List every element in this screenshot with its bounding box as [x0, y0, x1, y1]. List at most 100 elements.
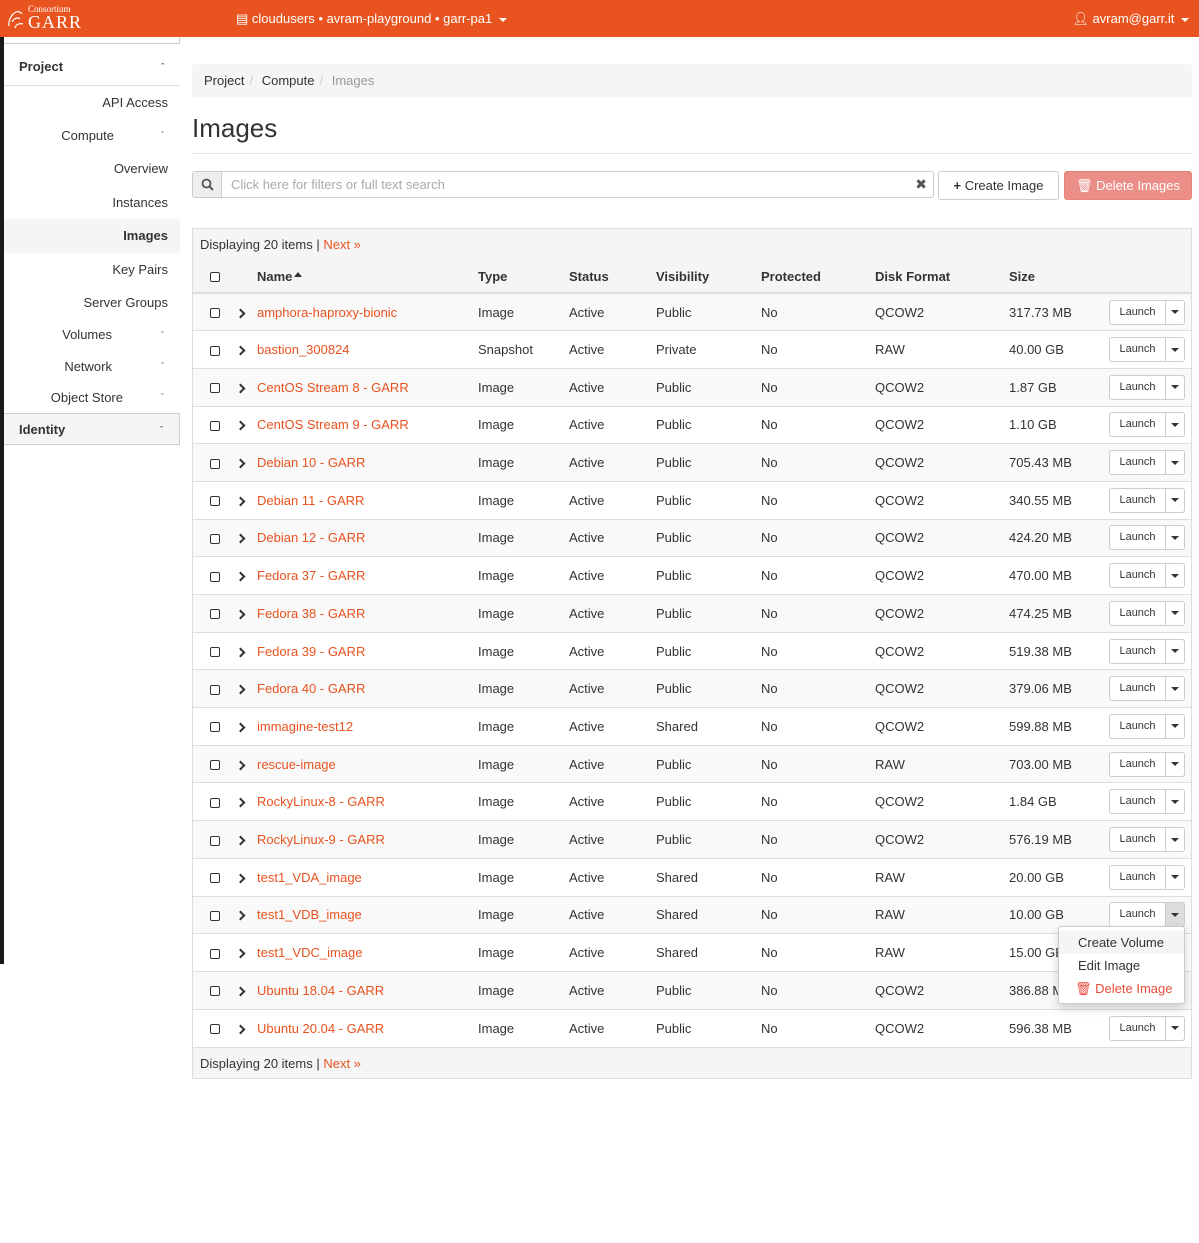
sidebar-group-compute[interactable]: Compute ˆ — [4, 119, 180, 152]
sidebar-item-instances[interactable]: Instances — [4, 186, 180, 219]
expand-row-icon[interactable] — [235, 760, 246, 771]
column-header-name[interactable]: Name — [257, 260, 478, 294]
search-input[interactable] — [229, 175, 909, 194]
row-actions-toggle[interactable] — [1166, 600, 1185, 626]
next-page-link[interactable]: Next » — [323, 237, 361, 252]
create-image-button[interactable]: + Create Image — [938, 171, 1059, 200]
sidebar-item-server-groups[interactable]: Server Groups — [4, 286, 180, 319]
image-name-link[interactable]: rescue-image — [257, 757, 336, 772]
row-checkbox[interactable] — [210, 345, 220, 356]
sidebar-item-images[interactable]: Images — [4, 219, 180, 253]
launch-button[interactable]: Launch — [1109, 487, 1166, 513]
launch-button[interactable]: Launch — [1109, 713, 1166, 739]
image-name-link[interactable]: Ubuntu 20.04 - GARR — [257, 1021, 384, 1036]
column-header-status[interactable]: Status — [569, 260, 656, 294]
image-name-link[interactable]: immagine-test12 — [257, 719, 353, 734]
row-actions-toggle[interactable] — [1166, 864, 1185, 890]
launch-button[interactable]: Launch — [1109, 563, 1166, 589]
sidebar-group-volumes[interactable]: Volumes ˇ — [4, 319, 180, 351]
image-name-link[interactable]: CentOS Stream 9 - GARR — [257, 417, 409, 432]
launch-button[interactable]: Launch — [1109, 525, 1166, 551]
breadcrumb-project[interactable]: Project — [204, 73, 244, 88]
expand-row-icon[interactable] — [235, 458, 246, 469]
delete-images-button[interactable]: 🗑︎ Delete Images — [1064, 171, 1192, 200]
launch-button[interactable]: Launch — [1109, 450, 1166, 476]
row-actions-toggle[interactable] — [1166, 374, 1185, 400]
row-checkbox[interactable] — [210, 420, 220, 431]
row-checkbox[interactable] — [210, 609, 220, 620]
expand-row-icon[interactable] — [235, 948, 246, 959]
row-checkbox[interactable] — [210, 571, 220, 582]
expand-row-icon[interactable] — [235, 722, 246, 733]
row-checkbox[interactable] — [210, 797, 220, 808]
row-checkbox[interactable] — [210, 986, 220, 997]
sidebar-group-network[interactable]: Network ˇ — [4, 351, 180, 382]
image-name-link[interactable]: RockyLinux-8 - GARR — [257, 794, 385, 809]
next-page-link[interactable]: Next » — [323, 1056, 361, 1071]
brand-logo[interactable]: Consortium GARR — [6, 4, 81, 32]
launch-button[interactable]: Launch — [1109, 902, 1166, 928]
row-checkbox[interactable] — [210, 684, 220, 695]
delete-image-menu-item[interactable]: 🗑︎ Delete Image — [1059, 977, 1184, 1000]
expand-row-icon[interactable] — [235, 910, 246, 921]
launch-button[interactable]: Launch — [1109, 337, 1166, 363]
expand-row-icon[interactable] — [235, 684, 246, 695]
launch-button[interactable]: Launch — [1109, 864, 1166, 890]
launch-button[interactable]: Launch — [1109, 789, 1166, 815]
image-name-link[interactable]: Ubuntu 18.04 - GARR — [257, 983, 384, 998]
row-actions-toggle[interactable] — [1166, 525, 1185, 551]
expand-row-icon[interactable] — [235, 647, 246, 657]
sidebar-panel-project[interactable]: Project ˆ — [4, 48, 180, 86]
column-header-protected[interactable]: Protected — [761, 260, 875, 294]
row-checkbox[interactable] — [210, 383, 220, 394]
row-checkbox[interactable] — [210, 722, 220, 733]
edit-image-menu-item[interactable]: Edit Image — [1059, 954, 1184, 977]
launch-button[interactable]: Launch — [1109, 299, 1166, 325]
image-name-link[interactable]: amphora-haproxy-bionic — [257, 305, 397, 320]
column-header-disk-format[interactable]: Disk Format — [875, 260, 1009, 294]
select-all-checkbox[interactable] — [210, 272, 220, 283]
image-name-link[interactable]: Debian 12 - GARR — [257, 530, 365, 545]
expand-row-icon[interactable] — [235, 496, 246, 507]
image-name-link[interactable]: test1_VDA_image — [257, 870, 362, 885]
row-actions-toggle[interactable] — [1166, 751, 1185, 777]
row-checkbox[interactable] — [210, 458, 220, 469]
sidebar-item-key-pairs[interactable]: Key Pairs — [4, 253, 180, 286]
image-name-link[interactable]: test1_VDC_image — [257, 945, 363, 960]
row-actions-toggle[interactable] — [1166, 789, 1185, 815]
expand-row-icon[interactable] — [235, 797, 246, 808]
image-name-link[interactable]: Fedora 38 - GARR — [257, 606, 365, 621]
row-actions-toggle[interactable] — [1166, 826, 1185, 852]
launch-button[interactable]: Launch — [1109, 676, 1166, 702]
launch-button[interactable]: Launch — [1109, 751, 1166, 777]
create-volume-menu-item[interactable]: Create Volume — [1059, 931, 1184, 954]
row-actions-toggle[interactable] — [1166, 902, 1185, 928]
expand-row-icon[interactable] — [235, 420, 246, 431]
expand-row-icon[interactable] — [235, 534, 246, 544]
image-name-link[interactable]: Debian 11 - GARR — [257, 493, 364, 508]
expand-row-icon[interactable] — [235, 571, 246, 582]
row-actions-toggle[interactable] — [1166, 563, 1185, 589]
launch-button[interactable]: Launch — [1109, 600, 1166, 626]
image-name-link[interactable]: RockyLinux-9 - GARR — [257, 832, 385, 847]
project-switcher[interactable]: ▤ cloudusers • avram-playground • garr-p… — [236, 11, 507, 27]
image-name-link[interactable]: bastion_300824 — [257, 342, 350, 357]
clear-search-icon[interactable]: ✖ — [915, 176, 927, 193]
launch-button[interactable]: Launch — [1109, 412, 1166, 438]
row-checkbox[interactable] — [210, 835, 220, 846]
breadcrumb-compute[interactable]: Compute — [262, 73, 315, 88]
column-header-size[interactable]: Size — [1009, 260, 1109, 294]
row-checkbox[interactable] — [210, 910, 220, 921]
row-actions-toggle[interactable] — [1166, 1015, 1185, 1041]
row-actions-toggle[interactable] — [1166, 638, 1185, 664]
row-actions-toggle[interactable] — [1166, 676, 1185, 702]
launch-button[interactable]: Launch — [1109, 826, 1166, 852]
expand-row-icon[interactable] — [235, 986, 246, 997]
row-actions-toggle[interactable] — [1166, 412, 1185, 438]
expand-row-icon[interactable] — [235, 835, 246, 846]
expand-row-icon[interactable] — [235, 609, 246, 620]
row-actions-toggle[interactable] — [1166, 450, 1185, 476]
launch-button[interactable]: Launch — [1109, 638, 1166, 664]
row-checkbox[interactable] — [210, 1024, 220, 1035]
image-name-link[interactable]: Fedora 40 - GARR — [257, 681, 365, 696]
